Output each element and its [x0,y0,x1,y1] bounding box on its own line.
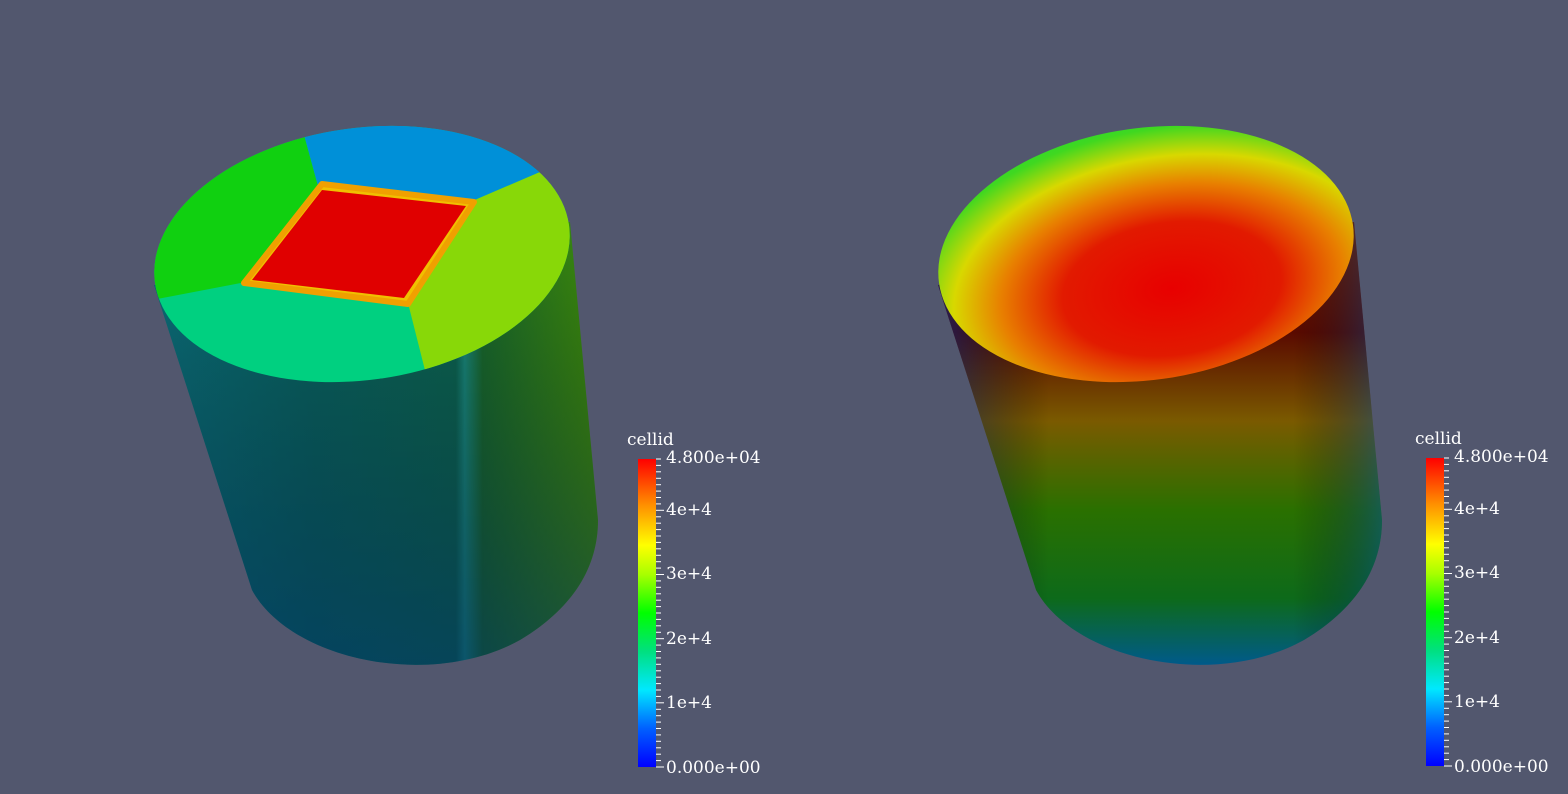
render-view[interactable] [0,0,1568,794]
left-legend-tick: 3e+4 [666,564,712,584]
right-legend-tick: 4e+4 [1454,499,1500,519]
right-legend-title: cellid [1415,429,1462,449]
right-colorbar [1426,458,1444,766]
left-legend-title: cellid [627,430,674,450]
left-legend-max: 4.800e+04 [666,448,761,468]
left-scalar-bar [638,458,664,768]
left-legend-tick: 1e+4 [666,693,712,713]
left-legend-tick: 4e+4 [666,500,712,520]
left-colorbar-ticks [656,458,664,768]
right-cylinder [938,125,1382,665]
right-scalar-bar [1426,457,1452,767]
right-legend-tick: 1e+4 [1454,692,1500,712]
left-legend-tick: 2e+4 [666,629,712,649]
right-colorbar-ticks [1444,457,1452,767]
left-cylinder [140,120,598,665]
right-legend-max: 4.800e+04 [1454,447,1549,467]
right-legend-min: 0.000e+00 [1454,757,1549,777]
left-colorbar [638,459,656,767]
right-legend-tick: 2e+4 [1454,628,1500,648]
right-legend-tick: 3e+4 [1454,563,1500,583]
left-legend-min: 0.000e+00 [666,758,761,778]
